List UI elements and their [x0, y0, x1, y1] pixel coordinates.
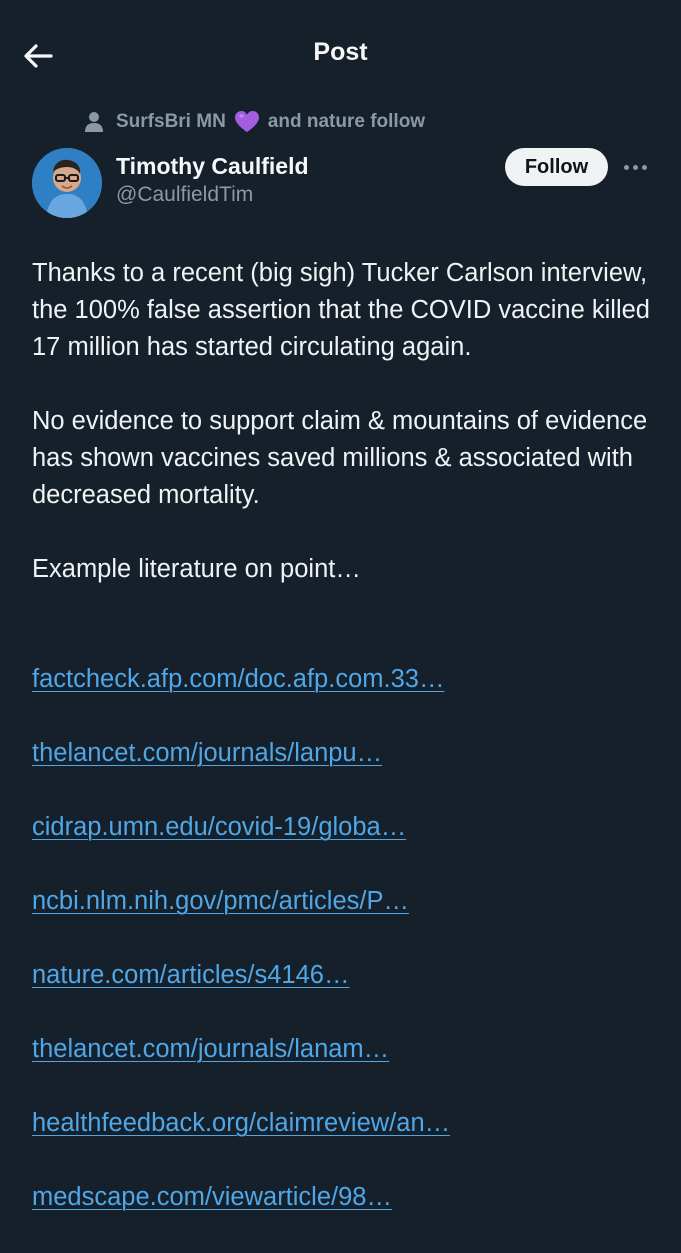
page-title: Post	[313, 38, 368, 66]
social-context[interactable]: SurfsBri MN and nature follow	[84, 108, 425, 136]
follow-button[interactable]: Follow	[505, 148, 608, 186]
post-paragraph: Example literature on point…	[32, 555, 361, 583]
post-link[interactable]: thelancet.com/journals/lanam…	[32, 1031, 662, 1068]
post-link[interactable]: medscape.com/viewarticle/98…	[32, 1179, 662, 1216]
post-link[interactable]: cidrap.umn.edu/covid-19/globa…	[32, 809, 662, 846]
more-dots-icon	[623, 164, 629, 170]
post-links: factcheck.afp.com/doc.afp.com.33… thelan…	[32, 661, 662, 1253]
post-link[interactable]: thelancet.com/journals/lanpu…	[32, 735, 662, 772]
avatar[interactable]	[32, 148, 102, 218]
post-link[interactable]: nature.com/articles/s4146…	[32, 957, 662, 994]
post-paragraph: Thanks to a recent (big sigh) Tucker Car…	[32, 259, 650, 361]
post-link[interactable]: ncbi.nlm.nih.gov/pmc/articles/P…	[32, 883, 662, 920]
purple-heart-icon	[234, 111, 259, 132]
profile-photo-icon	[32, 148, 102, 218]
social-context-suffix: and nature follow	[267, 111, 426, 132]
author-name[interactable]: Timothy Caulfield	[116, 153, 309, 180]
person-icon	[85, 112, 103, 132]
post-link[interactable]: healthfeedback.org/claimreview/an…	[32, 1105, 662, 1142]
post-paragraph: No evidence to support claim & mountains…	[32, 407, 648, 509]
top-bar: Post	[0, 0, 681, 108]
post-link[interactable]: factcheck.afp.com/doc.afp.com.33…	[32, 661, 662, 698]
social-context-name: SurfsBri MN	[116, 111, 226, 132]
more-options-button[interactable]	[620, 150, 650, 184]
post-text: Thanks to a recent (big sigh) Tucker Car…	[32, 255, 652, 625]
author-handle[interactable]: @CaulfieldTim	[116, 183, 253, 207]
